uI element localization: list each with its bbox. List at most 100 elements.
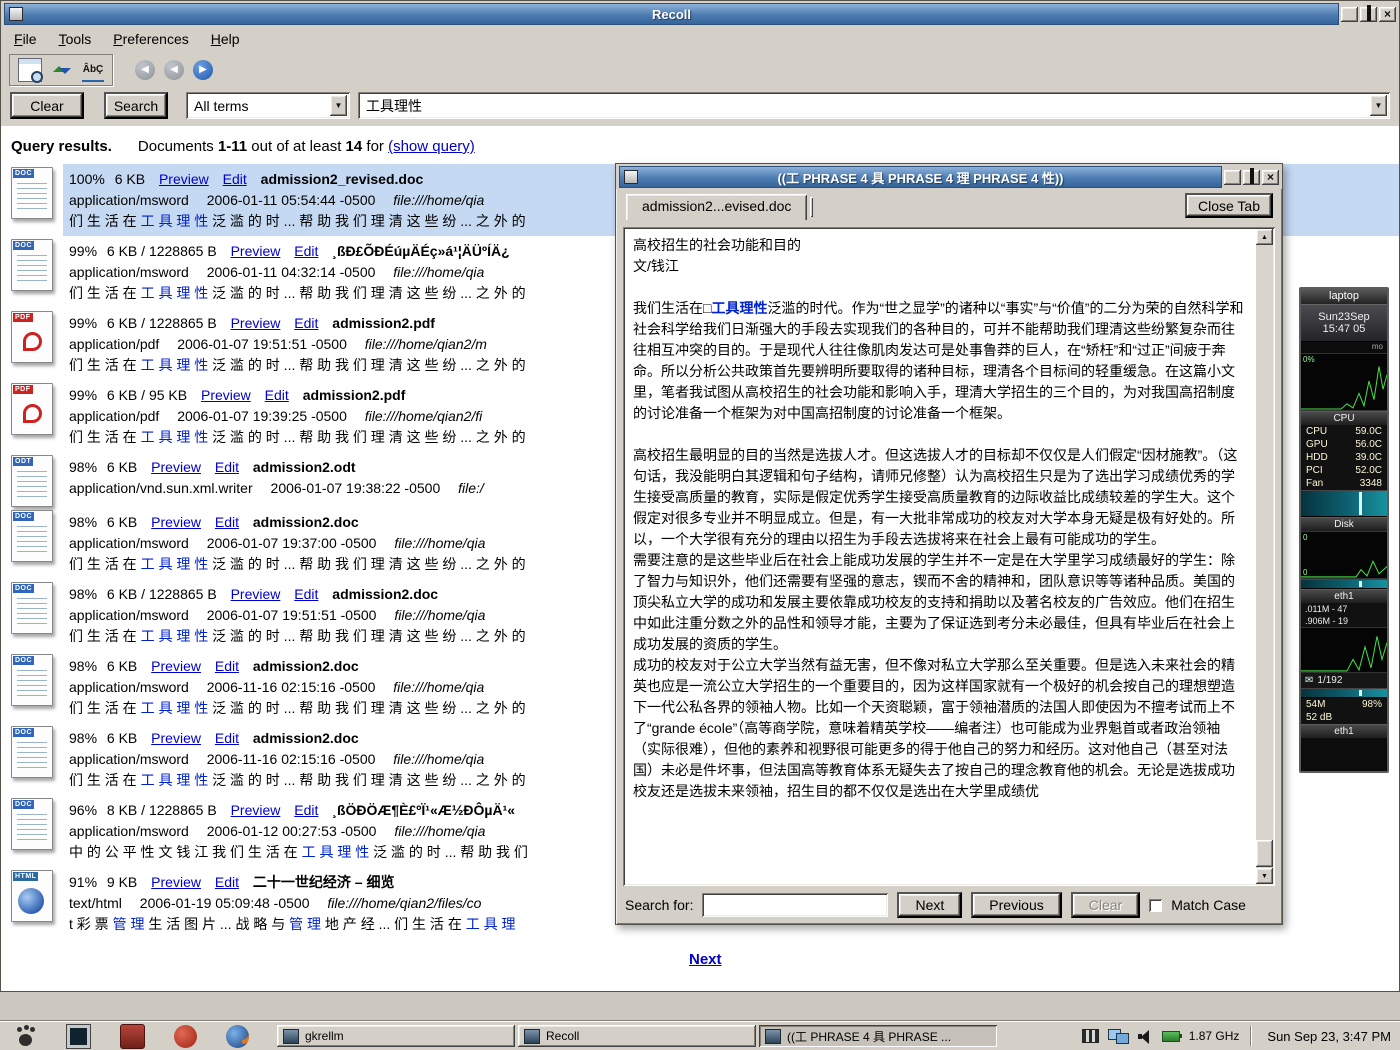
titlebar-drag-area[interactable]: Recoll	[4, 3, 1339, 25]
match-case-checkbox[interactable]	[1149, 899, 1162, 912]
edit-link[interactable]: Edit	[294, 315, 318, 331]
close-icon[interactable]: ×	[1379, 7, 1396, 22]
query-combo[interactable]: ▼	[358, 92, 1390, 119]
find-clear-button[interactable]: Clear	[1071, 892, 1140, 918]
snippet-segment: 泛 滥 的 时 ... 帮 助 我 们 理 清 这 些 纷 ... 之 外 的	[208, 429, 525, 445]
task-button[interactable]: Recoll	[518, 1025, 756, 1047]
advanced-search-icon[interactable]	[18, 58, 42, 82]
relevance-percent: 100%	[69, 171, 105, 187]
edit-link[interactable]: Edit	[215, 874, 239, 890]
snippet-segment: 工 具 理 性	[141, 700, 209, 716]
minimize-icon[interactable]	[1341, 7, 1358, 22]
quick-launch	[0, 1024, 263, 1049]
edit-link[interactable]: Edit	[215, 514, 239, 530]
clock-panel: Sun23Sep 15:47 05	[1301, 304, 1387, 342]
edit-link[interactable]: Edit	[294, 243, 318, 259]
maximize-icon[interactable]	[1360, 7, 1377, 22]
show-query-link[interactable]: (show query)	[388, 138, 475, 155]
preview-link[interactable]: Preview	[151, 459, 201, 475]
scroll-up-icon[interactable]: ▲	[1256, 229, 1273, 245]
volume-icon[interactable]	[1138, 1030, 1153, 1043]
find-next-button[interactable]: Next	[897, 892, 962, 918]
window-list: gkrellm Recoll ((工 PHRASE 4 具 PHRASE ...	[277, 1025, 997, 1047]
menu-item[interactable]: Preferences	[104, 28, 198, 50]
edit-link[interactable]: Edit	[294, 586, 318, 602]
display-settings-icon[interactable]	[1108, 1029, 1129, 1044]
snippet-segment: 泛 滥 的 时 ... 帮 助 我 们 理 清 这 些 纷 ... 之 外 的	[208, 556, 525, 572]
preview-link[interactable]: Preview	[231, 243, 281, 259]
battery-icon[interactable]	[1162, 1031, 1180, 1042]
net-trace	[1301, 628, 1387, 672]
edit-link[interactable]: Edit	[215, 459, 239, 475]
relevance-percent: 98%	[69, 459, 97, 475]
next-page-icon[interactable]: ▶	[193, 60, 213, 80]
scrollbar[interactable]: ▲ ▼	[1256, 229, 1273, 884]
sort-parameters-icon[interactable]	[51, 59, 73, 81]
preview-text-segment: 我们生活在□	[633, 300, 711, 316]
file-type-icon	[11, 239, 53, 291]
next-results-link[interactable]: Next	[689, 951, 722, 968]
preview-link[interactable]: Preview	[151, 658, 201, 674]
doc-date: 2006-01-07 19:51:51 -0500	[177, 336, 347, 352]
keyboard-layout-icon[interactable]	[1082, 1029, 1099, 1043]
edit-link[interactable]: Edit	[294, 802, 318, 818]
menubar: FileToolsPreferencesHelp	[1, 26, 1399, 51]
preview-tab[interactable]: admission2...evised.doc	[626, 194, 807, 220]
snippet-segment: 工 具 理 性	[141, 556, 209, 572]
preview-titlebar[interactable]: ((工 PHRASE 4 具 PHRASE 4 理 PHRASE 4 性)) ×	[616, 164, 1282, 189]
search-for-label: Search for:	[625, 897, 693, 913]
close-tab-button[interactable]: Close Tab	[1185, 193, 1273, 218]
find-input[interactable]	[702, 893, 888, 917]
recoll-titlebar[interactable]: Recoll ×	[1, 1, 1399, 26]
gnome-foot-icon[interactable]	[14, 1025, 37, 1048]
firefox-launcher-icon[interactable]	[226, 1025, 249, 1048]
preview-link[interactable]: Preview	[231, 586, 281, 602]
preview-body: 高校招生的社会功能和目的 文/钱江 我们生活在□工具理性泛滥的时代。作为“世之显…	[623, 227, 1275, 886]
previous-page-icon[interactable]: ◀	[164, 60, 184, 80]
snippet-segment: 们 生 活 在	[69, 556, 141, 572]
preview-titlebar-drag-area[interactable]: ((工 PHRASE 4 具 PHRASE 4 理 PHRASE 4 性))	[619, 166, 1222, 188]
menu-item[interactable]: Help	[202, 28, 249, 50]
terminal-launcher-icon[interactable]	[66, 1024, 91, 1049]
edit-link[interactable]: Edit	[215, 730, 239, 746]
clear-button[interactable]: Clear	[10, 92, 84, 119]
maximize-icon[interactable]	[1243, 170, 1260, 185]
task-button[interactable]: ((工 PHRASE 4 具 PHRASE ...	[759, 1025, 997, 1047]
preview-link[interactable]: Preview	[231, 315, 281, 331]
result-title: admission2_revised.doc	[261, 171, 424, 187]
find-previous-button[interactable]: Previous	[971, 892, 1061, 918]
chevron-down-icon[interactable]: ▼	[1370, 95, 1387, 116]
edit-link[interactable]: Edit	[215, 658, 239, 674]
snippet-segment: 管 理	[289, 916, 321, 932]
preview-link[interactable]: Preview	[151, 514, 201, 530]
scrollbar-thumb[interactable]	[1256, 840, 1273, 867]
preview-find-bar: Search for: Next Previous Clear Match Ca…	[616, 886, 1282, 924]
term-explorer-icon[interactable]: ÂbÇ	[82, 58, 104, 82]
app-launcher-icon[interactable]	[120, 1024, 145, 1049]
minimize-icon[interactable]	[1224, 170, 1241, 185]
edit-link[interactable]: Edit	[223, 171, 247, 187]
preview-link[interactable]: Preview	[201, 387, 251, 403]
relevance-percent: 98%	[69, 586, 97, 602]
tab-divider	[810, 197, 813, 217]
task-button[interactable]: gkrellm	[277, 1025, 515, 1047]
search-mode-select[interactable]: All terms ▼	[186, 92, 350, 119]
preview-link[interactable]: Preview	[231, 802, 281, 818]
app-launcher-icon-2[interactable]	[174, 1025, 197, 1048]
scroll-down-icon[interactable]: ▼	[1256, 868, 1273, 884]
file-size: 6 KB	[115, 171, 145, 187]
preview-link[interactable]: Preview	[159, 171, 209, 187]
preview-link[interactable]: Preview	[151, 874, 201, 890]
chevron-down-icon[interactable]: ▼	[330, 95, 347, 116]
search-input[interactable]	[360, 98, 1370, 114]
gkrellm-window[interactable]: laptop Sun23Sep 15:47 05 mo 0% CPU CPU 5…	[1299, 287, 1389, 773]
file-size: 6 KB	[107, 658, 137, 674]
close-icon[interactable]: ×	[1262, 170, 1279, 185]
search-mode-value: All terms	[188, 98, 330, 114]
preview-link[interactable]: Preview	[151, 730, 201, 746]
search-button[interactable]: Search	[104, 92, 168, 119]
menu-item[interactable]: Tools	[50, 28, 101, 50]
menu-item[interactable]: File	[5, 28, 46, 50]
first-page-icon[interactable]: ◀	[135, 60, 155, 80]
edit-link[interactable]: Edit	[265, 387, 289, 403]
